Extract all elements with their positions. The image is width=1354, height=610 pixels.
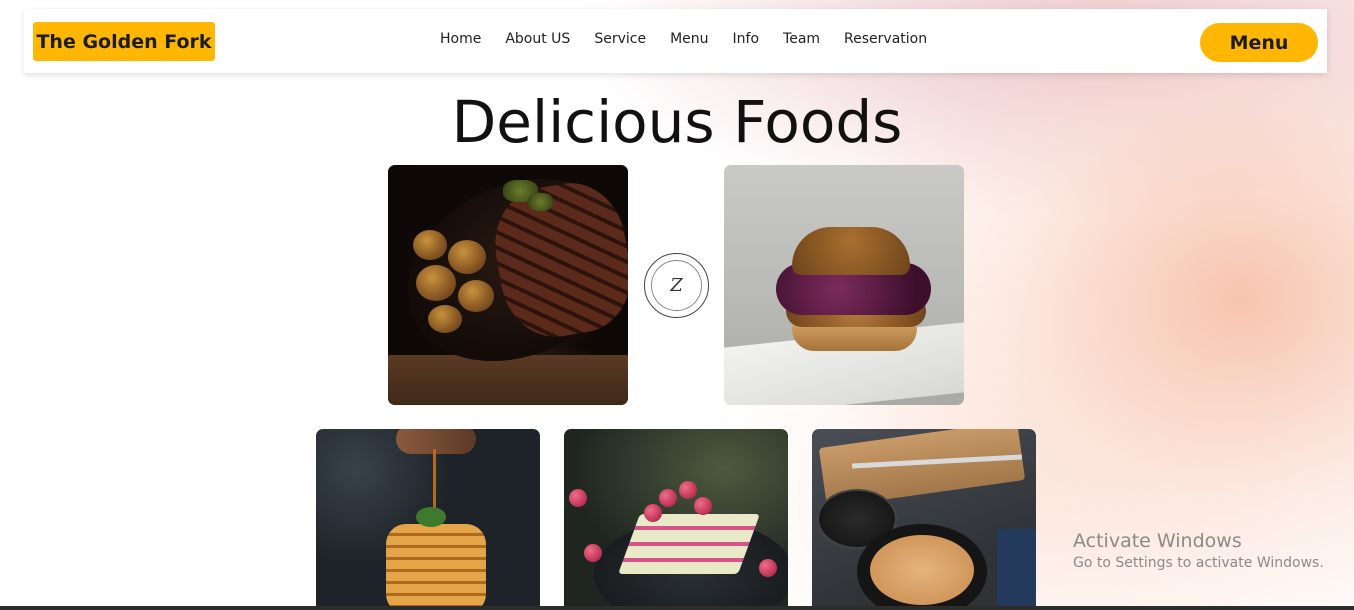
restaurant-seal-logo: Z [644,253,709,318]
soup-photo [812,429,1036,610]
nav-menu[interactable]: Menu [670,31,708,47]
burger-photo [724,165,964,405]
taskbar-edge [0,606,1354,610]
pancakes-photo [316,429,540,610]
nav-home[interactable]: Home [440,31,481,47]
navbar: The Golden Fork Home About US Service Me… [24,9,1327,73]
seal-letter: Z [670,275,683,296]
watermark-subtitle: Go to Settings to activate Windows. [1073,555,1324,571]
brand-logo[interactable]: The Golden Fork [33,22,215,61]
steak-photo [388,165,628,405]
nav-reservation[interactable]: Reservation [844,31,927,47]
nav-team[interactable]: Team [783,31,820,47]
nav-about[interactable]: About US [505,31,570,47]
nav-links: Home About US Service Menu Info Team Res… [440,31,951,47]
nav-info[interactable]: Info [733,31,760,47]
nav-service[interactable]: Service [594,31,646,47]
page-title: Delicious Foods [451,88,903,156]
cake-photo [564,429,788,610]
watermark-title: Activate Windows [1073,530,1242,552]
windows-activation-watermark: Activate Windows Go to Settings to activ… [1073,530,1324,571]
menu-button[interactable]: Menu [1200,23,1318,62]
